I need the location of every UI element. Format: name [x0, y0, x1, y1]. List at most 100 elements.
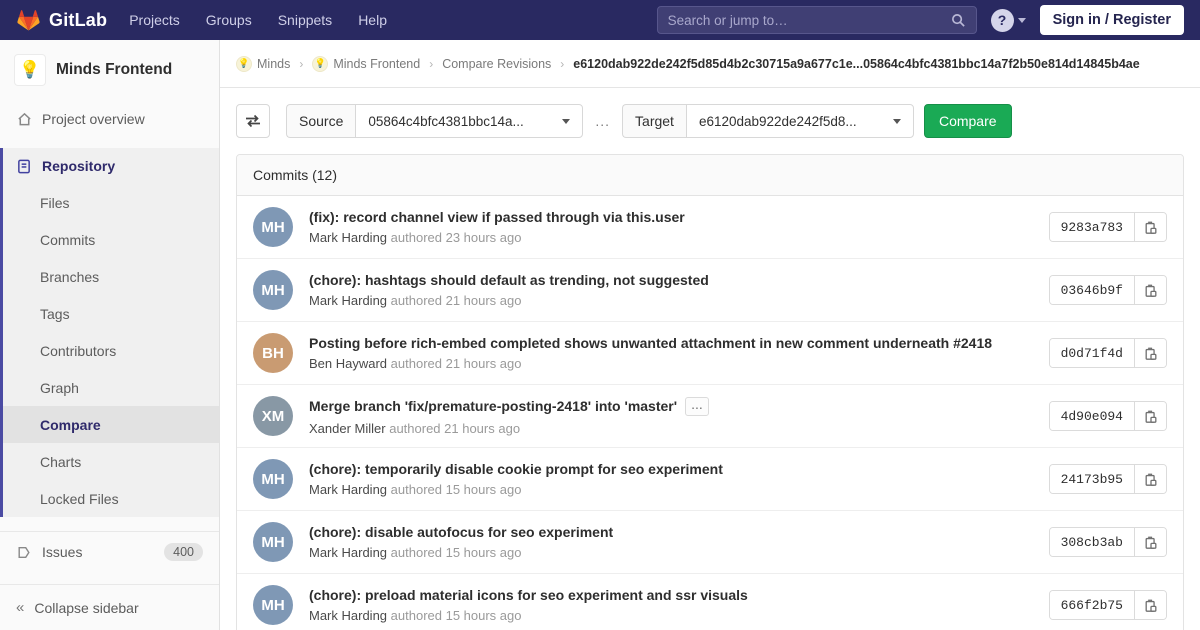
avatar[interactable]: XM [253, 396, 293, 436]
sidebar-repo-subitem[interactable]: Contributors [3, 332, 219, 369]
commit-sha[interactable]: d0d71f4d [1050, 339, 1134, 367]
sidebar-item-label: Repository [42, 158, 115, 174]
sidebar-item-label: Files [40, 195, 70, 211]
sidebar-repo-subitem[interactable]: Charts [3, 443, 219, 480]
avatar[interactable]: MH [253, 270, 293, 310]
commit-author-link[interactable]: Mark Harding [309, 293, 387, 308]
home-icon [16, 112, 32, 127]
sidebar-repo-subitem[interactable]: Commits [3, 221, 219, 258]
nav-link[interactable]: Snippets [278, 12, 332, 28]
commit-meta: Ben Hayward authored 21 hours ago [309, 356, 1033, 371]
copy-sha-button[interactable] [1134, 276, 1166, 304]
toggle-description-button[interactable]: ... [685, 397, 709, 416]
commit-sha[interactable]: 03646b9f [1050, 276, 1134, 304]
commit-title-link[interactable]: Merge branch 'fix/premature-posting-2418… [309, 398, 677, 414]
commit-author-link[interactable]: Mark Harding [309, 608, 387, 623]
commit-author-link[interactable]: Mark Harding [309, 230, 387, 245]
commit-row: BH Posting before rich-embed completed s… [237, 322, 1183, 385]
breadcrumb-separator: › [299, 57, 303, 71]
commit-row: MH (chore): disable autofocus for seo ex… [237, 511, 1183, 574]
target-value: e6120dab922de242f5d8... [699, 114, 857, 129]
commit-sha[interactable]: 666f2b75 [1050, 591, 1134, 619]
copy-sha-button[interactable] [1134, 528, 1166, 556]
nav-link[interactable]: Groups [206, 12, 252, 28]
commit-sha-group: 9283a783 [1049, 212, 1167, 242]
copy-sha-button[interactable] [1134, 339, 1166, 367]
search-icon [951, 13, 966, 28]
commit-author-link[interactable]: Ben Hayward [309, 356, 387, 371]
sidebar-item-label: Project overview [42, 111, 145, 127]
chevron-down-icon [1018, 18, 1026, 23]
sidebar-item-project-overview[interactable]: Project overview [0, 102, 219, 136]
breadcrumb-link[interactable]: 💡 Minds [236, 56, 290, 72]
source-value: 05864c4bfc4381bbc14a... [368, 114, 523, 129]
commit-time: authored 21 hours ago [391, 293, 522, 308]
commit-title-link[interactable]: Posting before rich-embed completed show… [309, 335, 992, 351]
global-search[interactable] [657, 6, 977, 34]
nav-link[interactable]: Help [358, 12, 387, 28]
sidebar-item-label: Tags [40, 306, 70, 322]
swap-revisions-button[interactable] [236, 104, 270, 138]
commit-sha[interactable]: 9283a783 [1050, 213, 1134, 241]
compare-button[interactable]: Compare [924, 104, 1012, 138]
sidebar-repo-subitem[interactable]: Tags [3, 295, 219, 332]
commit-meta: Mark Harding authored 23 hours ago [309, 230, 1033, 245]
copy-sha-button[interactable] [1134, 213, 1166, 241]
commit-sha-group: 03646b9f [1049, 275, 1167, 305]
source-field-group: Source 05864c4bfc4381bbc14a... [286, 104, 583, 138]
chevron-down-icon [893, 119, 901, 124]
commit-title-link[interactable]: (fix): record channel view if passed thr… [309, 209, 685, 225]
commit-title-link[interactable]: (chore): preload material icons for seo … [309, 587, 748, 603]
sidebar-repo-subitem[interactable]: Graph [3, 369, 219, 406]
sidebar-item-repository[interactable]: Repository [3, 148, 219, 184]
copy-sha-button[interactable] [1134, 465, 1166, 493]
avatar[interactable]: MH [253, 522, 293, 562]
commit-author-link[interactable]: Mark Harding [309, 482, 387, 497]
commit-title-link[interactable]: (chore): hashtags should default as tren… [309, 272, 709, 288]
help-menu[interactable]: ? [991, 9, 1026, 32]
commit-sha-group: 24173b95 [1049, 464, 1167, 494]
commit-sha[interactable]: 24173b95 [1050, 465, 1134, 493]
gitlab-logo[interactable]: GitLab [16, 8, 107, 32]
avatar[interactable]: MH [253, 585, 293, 625]
project-name: Minds Frontend [56, 61, 172, 79]
project-context[interactable]: 💡 Minds Frontend [0, 40, 219, 102]
commit-title-link[interactable]: (chore): disable autofocus for seo exper… [309, 524, 613, 540]
breadcrumb-separator: › [560, 57, 564, 71]
commit-title-link[interactable]: (chore): temporarily disable cookie prom… [309, 461, 723, 477]
target-revision-dropdown[interactable]: e6120dab922de242f5d8... [686, 104, 914, 138]
commit-meta: Mark Harding authored 15 hours ago [309, 608, 1033, 623]
sign-in-button[interactable]: Sign in / Register [1040, 5, 1184, 35]
commit-author-link[interactable]: Xander Miller [309, 421, 386, 436]
breadcrumb-current: e6120dab922de242f5d85d4b2c30715a9a677c1e… [573, 57, 1139, 71]
commit-sha[interactable]: 308cb3ab [1050, 528, 1134, 556]
avatar[interactable]: BH [253, 333, 293, 373]
nav-link[interactable]: Projects [129, 12, 180, 28]
range-separator: ... [595, 113, 610, 129]
source-revision-dropdown[interactable]: 05864c4bfc4381bbc14a... [355, 104, 583, 138]
search-input[interactable] [668, 13, 951, 28]
sidebar-item-issues[interactable]: Issues 400 [0, 534, 219, 570]
commit-sha-group: 4d90e094 [1049, 401, 1167, 431]
commit-row: MH (chore): temporarily disable cookie p… [237, 448, 1183, 511]
sidebar-repo-subitem[interactable]: Compare [3, 406, 219, 443]
breadcrumb-link[interactable]: 💡 Minds Frontend [312, 56, 420, 72]
sidebar-repo-subitem[interactable]: Files [3, 184, 219, 221]
copy-sha-button[interactable] [1134, 402, 1166, 430]
sidebar-item-label: Issues [42, 544, 82, 560]
avatar[interactable]: MH [253, 459, 293, 499]
sidebar-item-label: Charts [40, 454, 81, 470]
breadcrumb-label: Minds [257, 57, 290, 71]
breadcrumb-label: Compare Revisions [442, 57, 551, 71]
collapse-sidebar-button[interactable]: « Collapse sidebar [0, 584, 219, 630]
top-navbar: GitLab Projects Groups Snippets Help ? S… [0, 0, 1200, 40]
commit-author-link[interactable]: Mark Harding [309, 545, 387, 560]
sidebar-repo-subitem[interactable]: Locked Files [3, 480, 219, 517]
avatar[interactable]: MH [253, 207, 293, 247]
sidebar-repo-subitem[interactable]: Branches [3, 258, 219, 295]
commit-sha[interactable]: 4d90e094 [1050, 402, 1134, 430]
breadcrumb-link[interactable]: Compare Revisions [442, 57, 551, 71]
sidebar-item-label: Locked Files [40, 491, 119, 507]
sidebar-item-label: Contributors [40, 343, 116, 359]
copy-sha-button[interactable] [1134, 591, 1166, 619]
